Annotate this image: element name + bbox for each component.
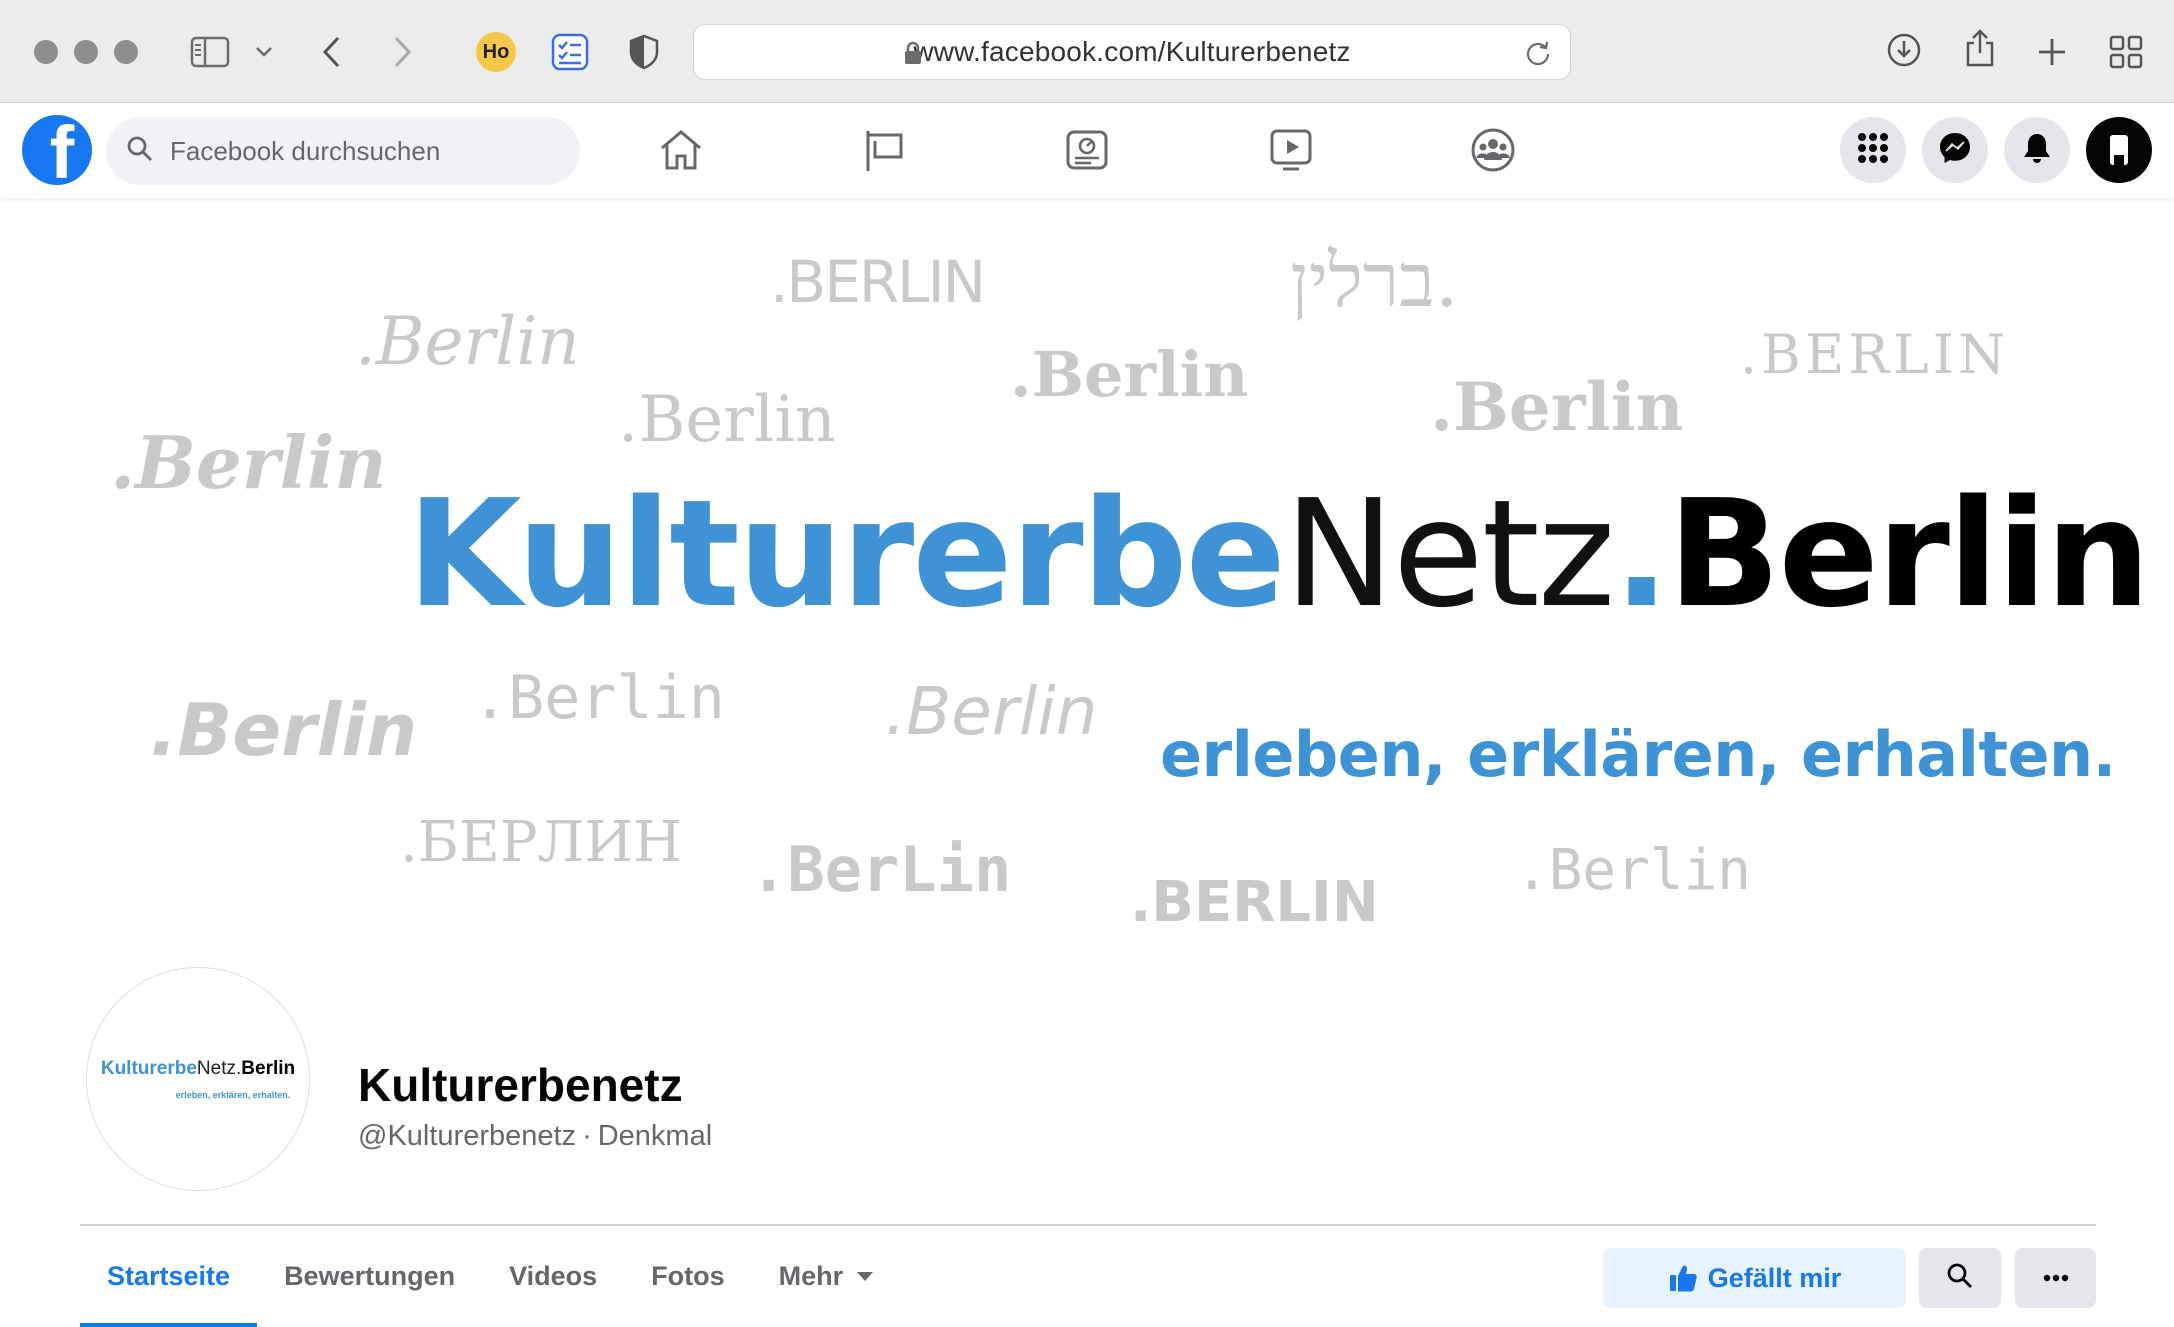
ads-manager-icon[interactable]	[1062, 125, 1112, 175]
grid-menu-icon	[1857, 132, 1889, 169]
cover-ghost-word: .BERLIN	[1130, 870, 1379, 935]
minimize-window-button[interactable]	[74, 40, 98, 64]
search-input[interactable]: Facebook durchsuchen	[106, 117, 580, 185]
browser-toolbar: Ho www.facebook.com/Kulturerbenetz	[0, 0, 2174, 103]
search-placeholder: Facebook durchsuchen	[170, 135, 441, 166]
cover-ghost-word: .Berlin	[885, 673, 1098, 750]
back-icon[interactable]	[316, 32, 346, 72]
separator: ·	[582, 1120, 592, 1152]
groups-icon[interactable]	[1468, 125, 1518, 175]
chevron-down-icon[interactable]	[252, 40, 276, 64]
cover-ghost-word: .Berlin	[150, 688, 418, 772]
cover-ghost-word: .BerLin	[750, 833, 1012, 906]
downloads-icon[interactable]	[1884, 30, 1924, 70]
messenger-button[interactable]	[1922, 117, 1988, 183]
more-options-button[interactable]	[2015, 1248, 2096, 1308]
cover-ghost-word: .Berlin	[1430, 368, 1684, 446]
close-window-button[interactable]	[34, 40, 58, 64]
zoom-window-button[interactable]	[114, 40, 138, 64]
privacy-shield-icon[interactable]	[626, 32, 662, 72]
extension-honey-icon[interactable]: Ho	[476, 32, 516, 72]
more-dots-icon	[2043, 1269, 2069, 1287]
reload-icon[interactable]	[1524, 38, 1552, 71]
facebook-header: f Facebook durchsuchen	[0, 103, 2174, 198]
cover-ghost-word: .Berlin	[1515, 838, 1752, 903]
search-icon	[1946, 1262, 1974, 1295]
cover-ghost-word: .BERLIN	[1740, 323, 2010, 386]
messenger-icon	[1938, 131, 1972, 170]
caret-down-icon	[857, 1272, 874, 1281]
cover-ghost-word: .Berlin	[1010, 338, 1249, 411]
account-avatar[interactable]	[2086, 117, 2152, 183]
pages-flag-icon[interactable]	[860, 125, 910, 175]
tab-startseite[interactable]: Startseite	[80, 1226, 258, 1327]
cover-tagline: erleben, erklären, erhalten.	[1160, 718, 2116, 791]
home-icon[interactable]	[656, 125, 706, 175]
cover-title: KulturerbeNetz.Berlin	[407, 468, 2151, 640]
cover-title-dot: .	[1613, 468, 1669, 640]
tab-fotos[interactable]: Fotos	[624, 1226, 752, 1327]
cover-title-part2: Netz	[1283, 468, 1615, 640]
cover-ghost-word: .Berlin	[472, 663, 725, 733]
cover-ghost-word: .BERLIN	[770, 248, 986, 316]
cover-ghost-word: .Berlin	[110, 420, 387, 505]
cover-photo: .BERLIN ברלין. .Berlin .Berlin .BERLIN .…	[0, 198, 2174, 958]
sidebar-icon[interactable]	[188, 34, 232, 70]
share-icon[interactable]	[1960, 26, 2000, 70]
page-tabs: Startseite Bewertungen Videos Fotos Mehr	[80, 1226, 900, 1327]
page-title[interactable]: Kulturerbenetz	[358, 1058, 683, 1112]
bell-icon	[2022, 132, 2052, 169]
tab-mehr[interactable]: Mehr	[752, 1226, 901, 1327]
page-handle: @Kulturerbenetz	[358, 1120, 577, 1152]
like-page-button[interactable]: Gefällt mir	[1603, 1248, 1906, 1308]
avatar-logo: KulturerbeNetz.Berlin	[100, 1058, 296, 1079]
page-search-button[interactable]	[1919, 1248, 2001, 1308]
url-text: www.facebook.com/Kulturerbenetz	[913, 36, 1351, 67]
new-tab-icon[interactable]	[2032, 32, 2072, 72]
facebook-logo-icon[interactable]: f	[22, 115, 92, 185]
cover-ghost-word: .Berlin	[618, 383, 836, 457]
forward-icon[interactable]	[388, 32, 418, 72]
page-profile-picture[interactable]: KulturerbeNetz.Berlin erleben, erklären,…	[86, 967, 310, 1191]
extension-tasks-icon[interactable]	[550, 32, 590, 72]
menu-grid-button[interactable]	[1840, 117, 1906, 183]
profile-picture-icon	[2096, 125, 2142, 176]
notifications-button[interactable]	[2004, 117, 2070, 183]
cover-title-part1: Kulturerbe	[407, 468, 1286, 640]
tab-overview-icon[interactable]	[2106, 32, 2146, 72]
cover-ghost-word: .Berlin	[355, 303, 580, 380]
thumbs-up-icon	[1668, 1263, 1698, 1293]
tab-bewertungen[interactable]: Bewertungen	[257, 1226, 482, 1327]
tab-videos[interactable]: Videos	[482, 1226, 624, 1327]
address-bar[interactable]: www.facebook.com/Kulturerbenetz	[693, 24, 1571, 80]
cover-ghost-word: .БЕРЛИН	[400, 810, 682, 875]
watch-video-icon[interactable]	[1266, 125, 1316, 175]
page-category[interactable]: Denkmal	[598, 1120, 712, 1152]
page-subtitle: @Kulturerbenetz · Denkmal	[358, 1120, 712, 1153]
lock-icon	[904, 41, 922, 70]
search-icon	[126, 135, 154, 168]
like-label: Gefällt mir	[1707, 1262, 1842, 1293]
cover-ghost-word: ברלין.	[1290, 238, 1459, 324]
cover-title-part3: Berlin	[1667, 468, 2151, 640]
avatar-tagline: erleben, erklären, erhalten.	[175, 1090, 291, 1100]
